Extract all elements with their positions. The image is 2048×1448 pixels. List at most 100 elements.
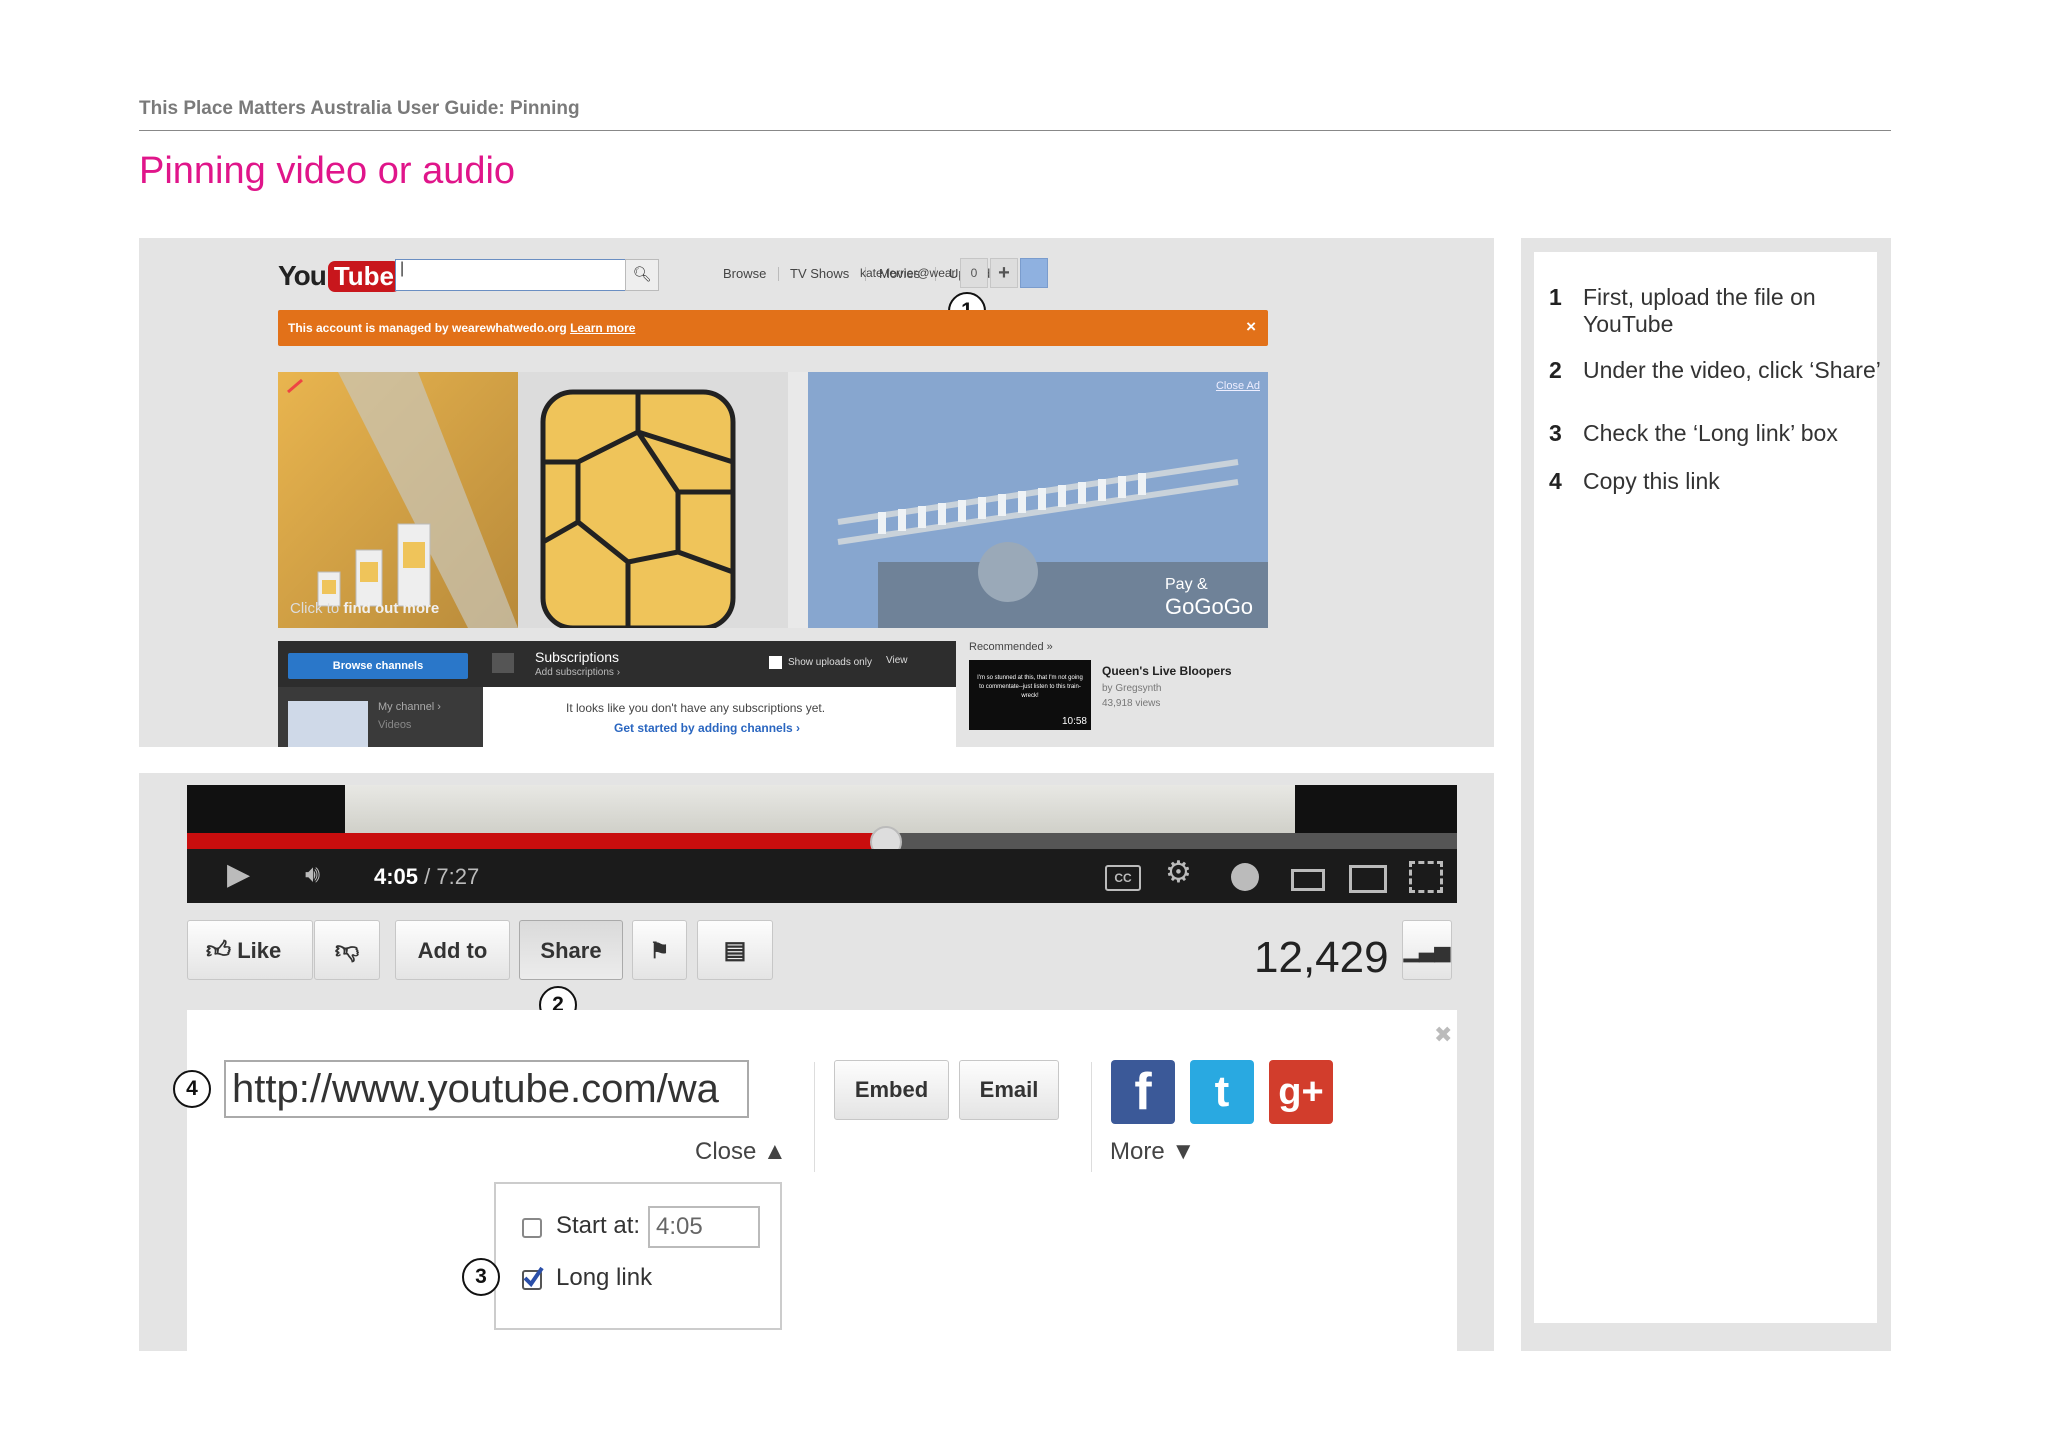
- long-link-checkbox[interactable]: [522, 1266, 544, 1290]
- learn-more-link[interactable]: Learn more: [570, 321, 635, 335]
- thumbnail-caption: I'm so stunned at this, that I'm not goi…: [977, 675, 1083, 699]
- nav-browse[interactable]: Browse: [723, 266, 766, 281]
- divider: [1091, 1062, 1092, 1172]
- email-label: Email: [979, 1077, 1039, 1102]
- start-at-input[interactable]: 4:05: [648, 1206, 760, 1248]
- step-text: Check the ‘Long link’ box: [1583, 420, 1838, 446]
- search-input[interactable]: |: [395, 259, 627, 291]
- checkmark-icon: [523, 1266, 544, 1288]
- plus-icon[interactable]: +: [990, 258, 1018, 288]
- embed-button[interactable]: Embed: [834, 1060, 949, 1120]
- step-number: 4: [1549, 468, 1562, 494]
- large-player-icon[interactable]: [1349, 865, 1387, 893]
- volume-icon[interactable]: 🔊︎: [305, 861, 320, 889]
- step-marker-4: 4: [173, 1070, 211, 1108]
- youtube-logo[interactable]: You Tube: [278, 256, 400, 296]
- settings-gear-icon[interactable]: ⚙: [1165, 855, 1192, 890]
- dislike-button[interactable]: 👎︎: [314, 920, 380, 980]
- flag-icon[interactable]: ⚑: [632, 920, 687, 980]
- share-options: Start at: 4:05 Long link: [494, 1182, 782, 1330]
- watch-later-icon[interactable]: [1231, 863, 1259, 891]
- close-options-link[interactable]: Close ▲: [695, 1138, 787, 1166]
- subscriptions-title: Subscriptions: [535, 649, 620, 665]
- time-display: 4:05 / 7:27: [374, 864, 479, 890]
- step-text: First, upload the file on YouTube: [1583, 284, 1816, 337]
- subscriptions-module: Browse channels My channel › Videos Subs…: [278, 641, 956, 747]
- twitter-icon[interactable]: t: [1190, 1060, 1254, 1124]
- close-icon[interactable]: ×: [1246, 317, 1256, 337]
- like-label: Like: [237, 938, 282, 963]
- step-number: 1: [1549, 284, 1562, 310]
- step-text: Copy this link: [1583, 468, 1720, 494]
- avatar[interactable]: [1020, 258, 1048, 288]
- recommended-views: 43,918 views: [1102, 698, 1161, 709]
- screenshot-youtube-share: ▶ 🔊︎ 4:05 / 7:27 CC ⚙ 👍︎ Like 👎︎ Add to …: [139, 773, 1494, 1351]
- ad-cta-bold[interactable]: find out more: [343, 600, 439, 617]
- transcript-icon[interactable]: ▤: [697, 920, 773, 980]
- video-frame: [345, 785, 1295, 835]
- embed-label: Embed: [854, 1077, 929, 1102]
- stats-icon[interactable]: ▁▃▅: [1402, 920, 1452, 980]
- add-to-label: Add to: [417, 938, 488, 963]
- guide-sidebar: My channel › Videos: [278, 687, 483, 747]
- email-button[interactable]: Email: [959, 1060, 1059, 1120]
- divider: [814, 1062, 815, 1172]
- like-button[interactable]: 👍︎ Like: [187, 920, 313, 980]
- long-link-label: Long link: [556, 1264, 653, 1291]
- step-number: 3: [1549, 420, 1562, 446]
- show-uploads-label: Show uploads only: [788, 657, 872, 668]
- share-label: Share: [540, 938, 602, 963]
- guide-header: This Place Matters Australia User Guide:…: [139, 98, 580, 119]
- get-started-link[interactable]: Get started by adding channels ›: [614, 721, 800, 735]
- videos-link[interactable]: Videos: [378, 719, 411, 731]
- facebook-icon[interactable]: f: [1111, 1060, 1175, 1124]
- small-player-icon[interactable]: [1291, 869, 1325, 891]
- add-subscriptions-link[interactable]: Add subscriptions ›: [535, 667, 620, 678]
- steps-list: 1 First, upload the file on YouTube 2 Unde…: [1534, 252, 1881, 1323]
- view-count: 12,429: [1254, 933, 1389, 982]
- my-channel-link[interactable]: My channel ›: [378, 701, 441, 713]
- menu-icon[interactable]: [492, 653, 514, 673]
- close-ad-link[interactable]: Close Ad: [1216, 380, 1260, 392]
- video-player[interactable]: ▶ 🔊︎ 4:05 / 7:27 CC ⚙: [187, 785, 1457, 903]
- recommended-meta: by Gregsynth 43,918 views: [1102, 681, 1161, 711]
- recommended-header[interactable]: Recommended »: [969, 641, 1053, 653]
- ad-banner[interactable]: Close Ad Click to find out more Pay & Go…: [278, 372, 1268, 628]
- add-to-button[interactable]: Add to: [395, 920, 510, 980]
- banner-text: This account is managed by wearewhatwedo…: [288, 321, 567, 335]
- fullscreen-icon[interactable]: [1409, 861, 1443, 893]
- screenshot-youtube-home: YouTube | 🔍︎ Browse TV Shows Movies Uplo…: [139, 238, 1494, 747]
- captions-icon[interactable]: CC: [1105, 865, 1141, 891]
- play-icon[interactable]: ▶: [227, 857, 250, 892]
- show-uploads-checkbox[interactable]: [769, 656, 782, 669]
- recommended-thumbnail[interactable]: I'm so stunned at this, that I'm not goi…: [969, 660, 1091, 730]
- nav-tv-shows[interactable]: TV Shows: [790, 266, 849, 281]
- step-marker-3: 3: [462, 1258, 500, 1296]
- close-share-icon[interactable]: ✖: [1434, 1022, 1452, 1048]
- ad-cta-prefix: Click to: [290, 600, 340, 617]
- more-dropdown[interactable]: More ▼: [1110, 1138, 1195, 1166]
- account-name[interactable]: kate.ferrier@wear...: [860, 266, 965, 280]
- start-at-label: Start at:: [556, 1212, 641, 1239]
- google-plus-icon[interactable]: g+: [1269, 1060, 1333, 1124]
- step-number: 2: [1549, 357, 1562, 383]
- notification-count[interactable]: 0: [960, 258, 988, 288]
- search-icon[interactable]: 🔍︎: [625, 259, 659, 291]
- recommended-title[interactable]: Queen's Live Bloopers: [1102, 664, 1232, 678]
- start-at-checkbox[interactable]: [522, 1218, 542, 1238]
- ad-brand-bottom: GoGoGo: [1165, 594, 1254, 619]
- recommended-author: by Gregsynth: [1102, 683, 1162, 694]
- ad-image: [278, 372, 1268, 628]
- total-time: / 7:27: [418, 864, 480, 889]
- current-time: 4:05: [374, 864, 419, 889]
- header-divider: [139, 130, 1891, 131]
- browse-channels-button[interactable]: Browse channels: [288, 653, 468, 679]
- share-button[interactable]: Share: [519, 920, 623, 980]
- nav-separator: [778, 267, 779, 281]
- steps-panel: 1 First, upload the file on YouTube 2 Unde…: [1521, 238, 1891, 1351]
- share-url-input[interactable]: http://www.youtube.com/wa: [224, 1060, 749, 1118]
- view-dropdown[interactable]: View: [886, 655, 908, 666]
- thumbs-up-icon: 👍︎: [206, 937, 232, 964]
- progress-fill: [187, 833, 884, 849]
- browse-channels-label: Browse channels: [332, 660, 424, 672]
